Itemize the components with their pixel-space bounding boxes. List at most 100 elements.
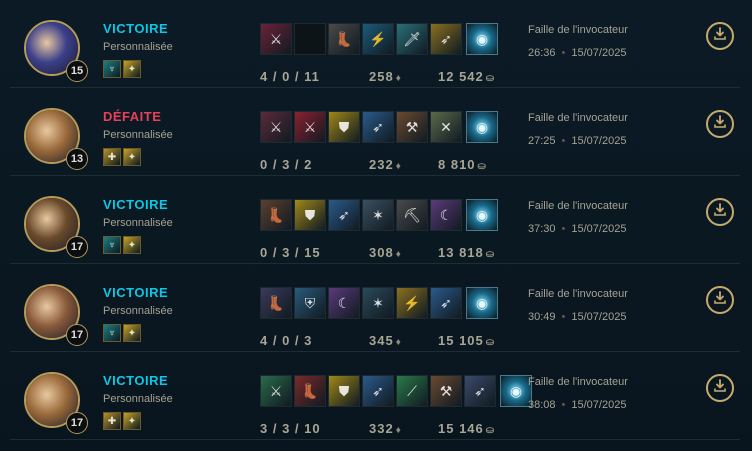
kda-score: 3 / 3 / 10	[260, 421, 321, 436]
flash-icon: ✦	[123, 412, 141, 430]
match-result: VICTOIRE	[103, 197, 169, 212]
blade-icon[interactable]: ⟋	[396, 375, 428, 407]
gold-value: 13 818	[438, 245, 484, 260]
gold-coins-icon: ⛀	[485, 337, 495, 348]
download-icon	[713, 26, 727, 46]
pickaxe-icon[interactable]: ⛏	[396, 199, 428, 231]
summoner-spells: ♆ ✦	[103, 236, 141, 254]
download-icon	[713, 114, 727, 134]
ward-icon[interactable]: ◉	[466, 111, 498, 143]
minion-icon: ♦	[395, 161, 401, 172]
claw-icon[interactable]: ✶	[362, 199, 394, 231]
flash-icon: ✦	[123, 60, 141, 78]
separator-dot: •	[561, 47, 566, 59]
download-replay-button[interactable]	[706, 22, 734, 50]
download-icon	[713, 290, 727, 310]
row-divider	[10, 439, 740, 440]
match-date: 15/07/2025	[571, 399, 627, 411]
boots-icon[interactable]: 👢	[260, 199, 292, 231]
match-time: 38:08 • 15/07/2025	[528, 399, 626, 411]
match-row[interactable]: 17 VICTOIRE Personnalisée ♆ ✦ 👢 ⛨ ☾ ✶ ⚡ ➶ ◉ 4 / 0 / …	[0, 264, 752, 352]
dagger-icon[interactable]: ⚔	[260, 111, 292, 143]
cleaver-icon[interactable]: ⚔	[260, 375, 292, 407]
dagger-icon[interactable]: ⚔	[260, 23, 292, 55]
item-build: ⚔ 👢 ⚡ 🗡 ➶ ◉	[260, 23, 500, 55]
kda-score: 4 / 0 / 11	[260, 69, 320, 84]
gold-earned: 15 105 ⛀	[438, 333, 494, 348]
gold-value: 15 146	[438, 421, 484, 436]
match-row[interactable]: 17 VICTOIRE Personnalisée ✚ ✦ ⚔ 👢 ⛊ ➶ ⟋ ⚒ ➶ ◉ 3 / 3 /…	[0, 352, 752, 440]
download-replay-button[interactable]	[706, 374, 734, 402]
shield-icon[interactable]: ⛊	[294, 199, 326, 231]
shield-icon[interactable]: ⛊	[328, 375, 360, 407]
map-name: Faille de l'invocateur	[528, 288, 628, 300]
spear-icon[interactable]: ➶	[328, 199, 360, 231]
gold-earned: 12 542 ⛀	[438, 69, 494, 84]
creep-score: 258 ♦	[369, 69, 401, 84]
separator-dot: •	[561, 223, 566, 235]
gold-coins-icon: ⛀	[485, 249, 495, 260]
gold-value: 15 105	[438, 333, 484, 348]
match-date: 15/07/2025	[571, 311, 627, 323]
match-row[interactable]: 13 DÉFAITE Personnalisée ✚ ✦ ⚔ ⚔ ⛊ ➶ ⚒ ✕ ◉ 0 / 3 / 2…	[0, 88, 752, 176]
download-replay-button[interactable]	[706, 198, 734, 226]
creep-score-value: 258	[369, 69, 394, 84]
spear-icon[interactable]: ➶	[430, 287, 462, 319]
boots-icon[interactable]: 👢	[294, 375, 326, 407]
item-build: ⚔ ⚔ ⛊ ➶ ⚒ ✕ ◉	[260, 111, 500, 143]
champion-level-badge: 17	[66, 236, 88, 258]
minion-icon: ♦	[395, 337, 401, 348]
claw-icon[interactable]: ✶	[362, 287, 394, 319]
gold-value: 12 542	[438, 69, 484, 84]
heal-icon: ✚	[103, 148, 121, 166]
cloak-icon[interactable]: ☾	[328, 287, 360, 319]
ward-icon[interactable]: ◉	[466, 287, 498, 319]
spear-icon[interactable]: ➶	[362, 111, 394, 143]
match-duration: 27:25	[528, 135, 556, 147]
spear-icon[interactable]: ➶	[464, 375, 496, 407]
download-replay-button[interactable]	[706, 110, 734, 138]
gold-value: 8 810	[438, 157, 476, 172]
spear-icon[interactable]: ➶	[430, 23, 462, 55]
match-result: VICTOIRE	[103, 21, 169, 36]
kda-score: 0 / 3 / 15	[260, 245, 321, 260]
cleaver-icon[interactable]: ⚔	[294, 111, 326, 143]
axe-icon[interactable]: ✕	[430, 111, 462, 143]
match-row[interactable]: 15 VICTOIRE Personnalisée ♆ ✦ ⚔ 👢 ⚡ 🗡 ➶ ◉ 4 / 0 / 1…	[0, 0, 752, 88]
summoner-spells: ✚ ✦	[103, 412, 141, 430]
creep-score-value: 232	[369, 157, 394, 172]
minion-icon: ♦	[395, 73, 401, 84]
minion-icon: ♦	[395, 425, 401, 436]
match-date: 15/07/2025	[571, 47, 627, 59]
boots-icon[interactable]: 👢	[260, 287, 292, 319]
spear-icon[interactable]: ➶	[362, 375, 394, 407]
ghost-icon: ♆	[103, 236, 121, 254]
lightning-blade-icon[interactable]: ⚡	[362, 23, 394, 55]
lightning-blade-icon[interactable]: ⚡	[396, 287, 428, 319]
hammer-icon[interactable]: ⚒	[430, 375, 462, 407]
item-build: ⚔ 👢 ⛊ ➶ ⟋ ⚒ ➶ ◉	[260, 375, 534, 407]
match-time: 27:25 • 15/07/2025	[528, 135, 626, 147]
map-name: Faille de l'invocateur	[528, 200, 628, 212]
empty-item-slot[interactable]	[294, 23, 326, 55]
match-row[interactable]: 17 VICTOIRE Personnalisée ♆ ✦ 👢 ⛊ ➶ ✶ ⛏ ☾ ◉ 0 / 3 / …	[0, 176, 752, 264]
ward-icon[interactable]: ◉	[466, 23, 498, 55]
sword-icon[interactable]: 🗡	[396, 23, 428, 55]
armor-icon[interactable]: ⛨	[294, 287, 326, 319]
ward-icon[interactable]: ◉	[466, 199, 498, 231]
champion-level-badge: 13	[66, 148, 88, 170]
download-replay-button[interactable]	[706, 286, 734, 314]
hammer-icon[interactable]: ⚒	[396, 111, 428, 143]
champion-level-badge: 17	[66, 324, 88, 346]
cloak-icon[interactable]: ☾	[430, 199, 462, 231]
gold-coins-icon: ⛀	[477, 161, 486, 172]
map-name: Faille de l'invocateur	[528, 24, 628, 36]
boots-icon[interactable]: 👢	[328, 23, 360, 55]
match-time: 30:49 • 15/07/2025	[528, 311, 626, 323]
gold-earned: 13 818 ⛀	[438, 245, 494, 260]
match-result: DÉFAITE	[103, 109, 162, 124]
match-result: VICTOIRE	[103, 373, 169, 388]
shield-icon[interactable]: ⛊	[328, 111, 360, 143]
creep-score-value: 308	[369, 245, 394, 260]
map-name: Faille de l'invocateur	[528, 376, 628, 388]
